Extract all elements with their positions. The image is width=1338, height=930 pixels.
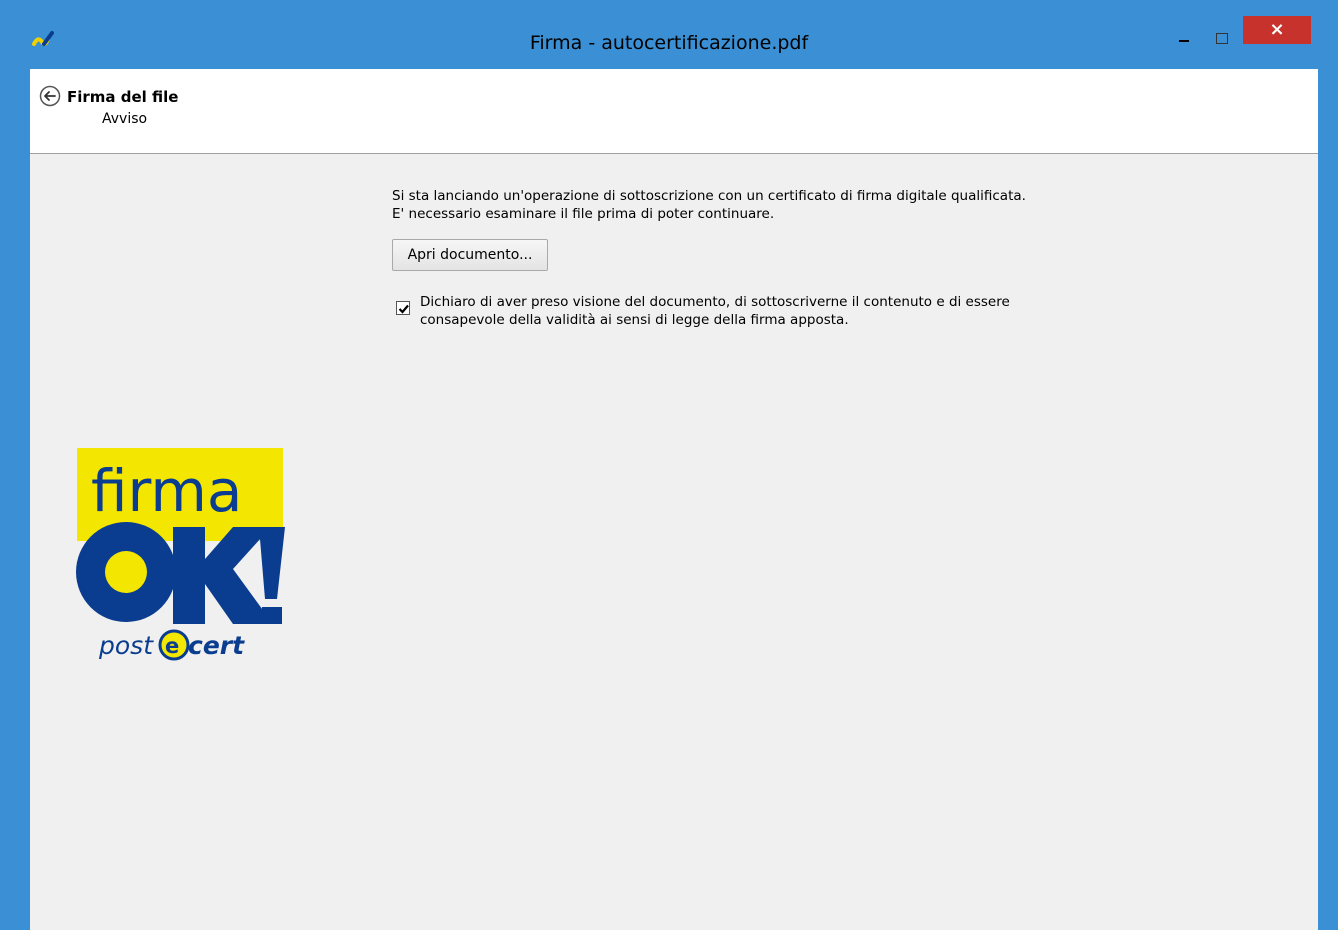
checkbox-label-line-1: Dichiaro di aver preso visione del docum… xyxy=(420,294,1010,310)
checkmark-icon xyxy=(398,304,409,314)
dialog-content: Firma del file Avviso Si sta lanciando u… xyxy=(30,69,1318,930)
svg-text:cert: cert xyxy=(188,631,245,660)
close-icon: × xyxy=(1269,19,1285,40)
page-title: Firma del file xyxy=(67,88,179,106)
maximize-button[interactable] xyxy=(1208,24,1236,52)
svg-text:firma: firma xyxy=(91,457,242,525)
minimize-button[interactable] xyxy=(1170,24,1198,52)
page-header: Firma del file Avviso xyxy=(30,69,1318,154)
acknowledge-checkbox-label[interactable]: Dichiaro di aver preso visione del docum… xyxy=(420,293,1180,329)
message-line-1: Si sta lanciando un'operazione di sottos… xyxy=(392,188,1026,204)
close-button[interactable]: × xyxy=(1243,16,1311,44)
svg-text:post: post xyxy=(98,631,154,660)
firma-ok-postecert-logo: firma post e cert xyxy=(73,439,285,664)
maximize-icon xyxy=(1216,32,1228,44)
open-document-button[interactable]: Apri documento... xyxy=(392,239,548,271)
app-window: Firma - autocertificazione.pdf × Firma d… xyxy=(8,8,1330,930)
acknowledge-checkbox[interactable] xyxy=(396,301,410,315)
back-arrow-icon[interactable] xyxy=(39,85,61,107)
checkbox-label-line-2: consapevole della validità ai sensi di l… xyxy=(420,312,849,328)
minimize-icon xyxy=(1179,40,1189,42)
title-bar: Firma - autocertificazione.pdf × xyxy=(8,8,1330,69)
page-subtitle: Avviso xyxy=(102,111,148,127)
message-line-2: E' necessario esaminare il file prima di… xyxy=(392,206,775,222)
warning-message: Si sta lanciando un'operazione di sottos… xyxy=(392,187,1292,223)
svg-text:e: e xyxy=(165,634,179,658)
window-title: Firma - autocertificazione.pdf xyxy=(529,32,809,54)
